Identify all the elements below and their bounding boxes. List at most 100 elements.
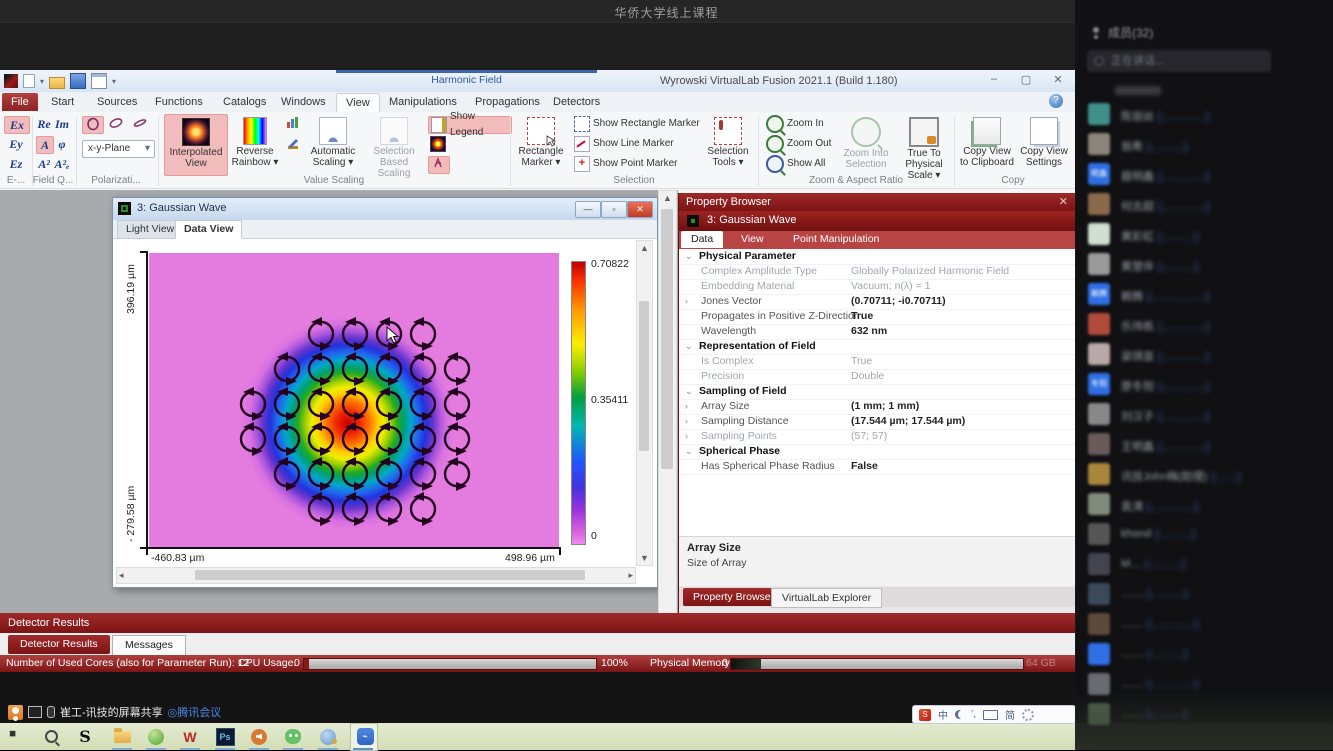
ime-cn-mode[interactable]: 中: [938, 707, 948, 722]
show-all-button[interactable]: Show All: [764, 156, 838, 172]
participant-row[interactable]: 黄彩虹(………): [1075, 220, 1333, 250]
tab-view[interactable]: View: [336, 93, 380, 112]
participant-row[interactable]: 刘汉子(…………): [1075, 400, 1333, 430]
app-icon[interactable]: [4, 74, 18, 88]
document-title-bar[interactable]: 3: Gaussian Wave — ▫ ✕: [113, 198, 657, 221]
tab-property-browser[interactable]: Property Browser: [683, 588, 784, 606]
meeting-link[interactable]: ◎腾讯会议: [168, 704, 222, 720]
minimize-button[interactable]: –: [983, 73, 1005, 86]
participant-row[interactable]: 黄慧仹(………): [1075, 250, 1333, 280]
open-icon[interactable]: [49, 77, 65, 89]
reverse-rainbow-button[interactable]: Reverse Rainbow ▾: [230, 114, 280, 174]
participant-row[interactable]: 乐炜栋(…………): [1075, 310, 1333, 340]
plane-selector[interactable]: x-y-Plane ▾: [82, 140, 155, 158]
taskbar-wechat[interactable]: [282, 726, 304, 747]
participant-row[interactable]: 冬阳 廖冬阳(…………): [1075, 370, 1333, 400]
tab-file[interactable]: File: [2, 93, 38, 111]
taskbar-browser[interactable]: [145, 726, 167, 747]
mdi-vertical-scrollbar[interactable]: ▲ ▼: [658, 190, 677, 662]
participant-row[interactable]: M…(………): [1075, 550, 1333, 580]
im-button[interactable]: Im: [54, 116, 70, 132]
property-row[interactable]: ›Array Size(1 mm; 1 mm): [679, 399, 1076, 415]
show-point-marker-button[interactable]: + Show Point Marker: [572, 156, 704, 172]
zoom-out-button[interactable]: Zoom Out: [764, 136, 838, 152]
ime-keyboard-icon[interactable]: [983, 710, 998, 720]
polarization-ellipse3-icon[interactable]: [130, 116, 150, 132]
taskbar-search[interactable]: [40, 726, 62, 747]
tab-detectors[interactable]: Detectors: [544, 93, 609, 111]
qat-more-icon[interactable]: ▾: [112, 77, 116, 86]
participant-row[interactable]: ……(………): [1075, 640, 1333, 670]
show-line-marker-button[interactable]: Show Line Marker: [572, 136, 704, 152]
property-row[interactable]: PrecisionDouble: [679, 369, 1076, 385]
a-squared-button[interactable]: A²: [36, 156, 52, 172]
ime-punct-icon[interactable]: ’,: [971, 709, 976, 720]
interpolated-view-button[interactable]: Interpolated View: [164, 114, 228, 176]
tab-messages[interactable]: Messages: [112, 635, 186, 656]
tab-point-manipulation[interactable]: Point Manipulation: [783, 231, 889, 248]
help-icon[interactable]: ?: [1049, 94, 1063, 108]
doc-restore-button[interactable]: ▫: [601, 201, 627, 218]
maximize-button[interactable]: ▢: [1015, 73, 1037, 86]
window-grid-icon[interactable]: [91, 73, 107, 89]
ex-button[interactable]: Ex: [4, 116, 30, 134]
ez-button[interactable]: Ez: [4, 156, 28, 172]
show-legend-button[interactable]: Show Legend: [428, 116, 512, 134]
bar-chart-icon[interactable]: [284, 116, 302, 132]
participant-row[interactable]: 讯技John梅(助理)(……): [1075, 460, 1333, 490]
detector-results-header[interactable]: Detector Results: [0, 613, 1075, 633]
a-squared-e-button[interactable]: A²ₑ: [54, 156, 70, 172]
taskbar-file-explorer[interactable]: [111, 726, 133, 747]
copy-view-to-clipboard-button[interactable]: Copy View to Clipboard: [958, 114, 1016, 174]
rectangle-marker-button[interactable]: Rectangle Marker ▾: [514, 114, 568, 174]
panel-close-icon[interactable]: ✕: [1059, 193, 1068, 211]
tab-virtuallab-explorer[interactable]: VirtualLab Explorer: [771, 588, 882, 608]
polarization-ellipse-icon[interactable]: [82, 116, 104, 134]
show-rectangle-marker-button[interactable]: Show Rectangle Marker: [572, 116, 704, 132]
ime-moon-icon[interactable]: [955, 710, 964, 719]
tab-catalogs[interactable]: Catalogs: [214, 93, 275, 111]
participant-row[interactable]: 翁希(………): [1075, 130, 1333, 160]
tab-start[interactable]: Start: [42, 93, 83, 111]
zoom-in-button[interactable]: Zoom In: [764, 116, 838, 132]
ey-button[interactable]: Ey: [4, 136, 28, 152]
save-icon[interactable]: [70, 73, 86, 89]
true-to-physical-scale-button[interactable]: True To Physical Scale ▾: [896, 114, 952, 174]
tab-windows[interactable]: Windows: [272, 93, 335, 111]
participant-row[interactable]: ……(…………): [1075, 610, 1333, 640]
property-row[interactable]: ›Sampling Distance(17.544 µm; 17.544 µm): [679, 414, 1076, 430]
taskbar-wps[interactable]: W: [179, 726, 201, 747]
property-row[interactable]: Has Spherical Phase RadiusFalse: [679, 459, 1076, 475]
property-row[interactable]: Embedding MaterialVacuum; n(λ) = 1: [679, 279, 1076, 295]
scaling-pen-icon[interactable]: [284, 138, 302, 154]
property-row[interactable]: Propagates in Positive Z-DirectionTrue: [679, 309, 1076, 325]
doc-minimize-button[interactable]: —: [575, 201, 601, 218]
property-row[interactable]: Complex Amplitude TypeGlobally Polarized…: [679, 264, 1076, 280]
start-button[interactable]: [5, 726, 27, 747]
tab-detector-results[interactable]: Detector Results: [8, 635, 110, 654]
tab-data-view[interactable]: Data View: [175, 220, 242, 239]
marker-style-icon[interactable]: [428, 156, 450, 174]
property-row[interactable]: ›Jones Vector(0.70711; -i0.70711): [679, 294, 1076, 310]
copy-view-settings-button[interactable]: Copy View Settings: [1018, 114, 1070, 174]
participant-row[interactable]: khond(………): [1075, 520, 1333, 550]
taskbar-tencent-meeting-active[interactable]: ⌁: [350, 723, 378, 751]
participant-row[interactable]: 梁琪苗(…………): [1075, 340, 1333, 370]
participant-row[interactable]: 陈丽丝(…………): [1075, 100, 1333, 130]
tab-light-view[interactable]: Light View: [117, 220, 183, 239]
ime-toolbar[interactable]: S 中 ’, 简: [912, 705, 1076, 724]
amplitude-button[interactable]: A: [36, 136, 54, 154]
ime-simplified[interactable]: 简: [1005, 707, 1015, 722]
close-button[interactable]: ✕: [1047, 73, 1069, 86]
taskbar-photoshop[interactable]: Ps: [214, 726, 236, 747]
doc-vertical-scrollbar[interactable]: ▲ ▼: [636, 240, 653, 566]
property-row[interactable]: ›Sampling Points(57; 57): [679, 429, 1076, 445]
new-dropdown-icon[interactable]: ▾: [40, 77, 44, 86]
property-row[interactable]: Is ComplexTrue: [679, 354, 1076, 370]
ime-gear-icon[interactable]: [1022, 709, 1034, 721]
tab-sources[interactable]: Sources: [88, 93, 146, 111]
new-document-icon[interactable]: [23, 74, 35, 88]
polarization-ellipse2-icon[interactable]: [106, 116, 126, 132]
participant-search-box[interactable]: 正在讲话...: [1087, 50, 1271, 72]
taskbar-qq[interactable]: [317, 726, 339, 747]
